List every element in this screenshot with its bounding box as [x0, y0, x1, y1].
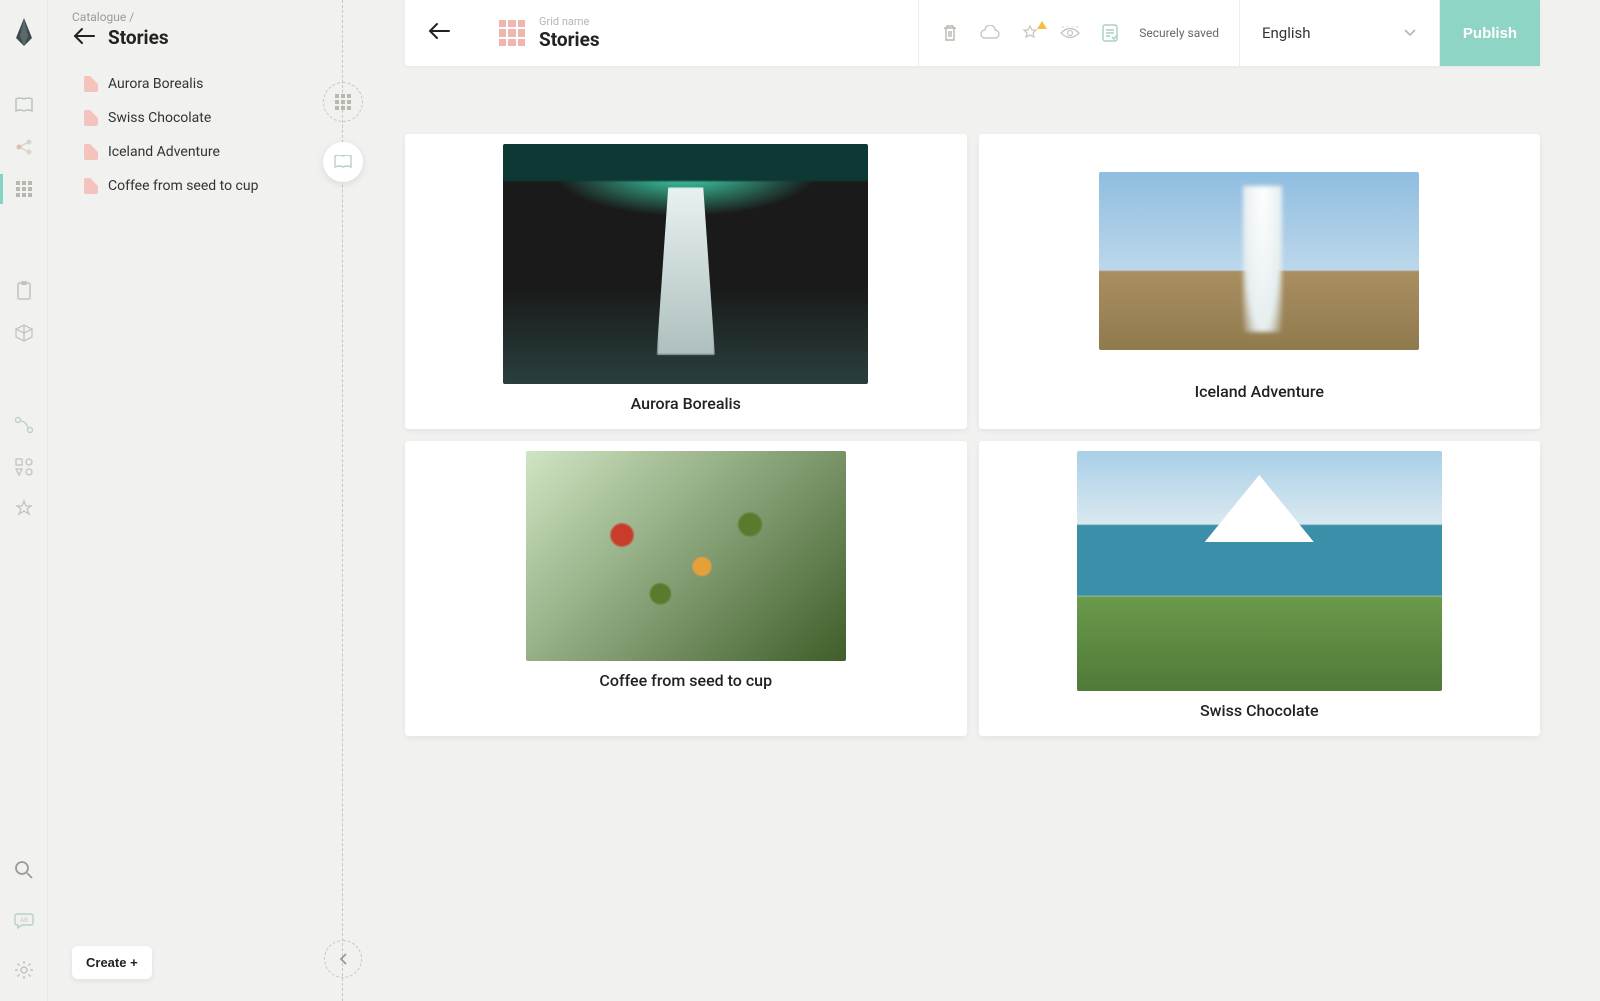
tree-item[interactable]: Coffee from seed to cup — [48, 169, 342, 203]
nav-cube-icon[interactable] — [0, 312, 48, 354]
collapse-sidebar-icon[interactable] — [324, 940, 362, 978]
svg-text:AB: AB — [20, 917, 28, 924]
nav-star-icon[interactable] — [0, 488, 48, 530]
cards-grid: Aurora Borealis Iceland Adventure Coffee… — [399, 66, 1600, 736]
card-image — [1077, 451, 1442, 691]
tree-item[interactable]: Swiss Chocolate — [48, 101, 342, 135]
nav-share-icon[interactable] — [0, 126, 48, 168]
cloud-icon[interactable] — [979, 22, 1001, 44]
grid-label: Grid name — [539, 15, 600, 28]
workspace: Grid name Stories Securely saved — [399, 0, 1600, 1001]
save-status: Securely saved — [1139, 26, 1219, 40]
warning-badge-icon — [1037, 16, 1047, 29]
create-button[interactable]: Create + — [72, 946, 152, 979]
breadcrumb[interactable]: Catalogue / — [48, 10, 342, 24]
card-image — [1099, 172, 1419, 350]
topbar: Grid name Stories Securely saved — [405, 0, 1540, 66]
document-icon — [84, 144, 98, 160]
card-title: Swiss Chocolate — [1200, 701, 1319, 720]
card-image — [526, 451, 846, 661]
chevron-down-icon — [1403, 28, 1417, 38]
tree-item-label: Swiss Chocolate — [108, 110, 211, 126]
tree-item[interactable]: Iceland Adventure — [48, 135, 342, 169]
topbar-back-arrow-icon[interactable] — [427, 22, 451, 44]
tree-item-label: Iceland Adventure — [108, 144, 220, 160]
tree-item-label: Coffee from seed to cup — [108, 178, 258, 194]
view-grid-toggle[interactable] — [323, 82, 363, 122]
nav-grid-icon[interactable] — [0, 168, 48, 210]
nav-search-icon[interactable] — [0, 849, 48, 891]
nav-chat-icon[interactable]: AB — [0, 899, 48, 941]
note-check-icon[interactable] — [1099, 22, 1121, 44]
language-select[interactable]: English — [1240, 0, 1440, 66]
icon-rail: AB — [0, 0, 48, 1001]
mid-rail — [343, 0, 399, 1001]
eye-icon[interactable] — [1059, 22, 1081, 44]
sidebar: Catalogue / Stories Aurora Borealis Swis… — [48, 0, 343, 1001]
star-badge-icon[interactable] — [1019, 22, 1041, 44]
nav-flow-icon[interactable] — [0, 404, 48, 446]
nav-settings-icon[interactable] — [0, 949, 48, 991]
logo-icon — [12, 18, 36, 50]
story-card[interactable]: Swiss Chocolate — [979, 441, 1541, 736]
card-image — [503, 144, 868, 384]
back-arrow-icon[interactable] — [72, 27, 96, 49]
nav-shapes-icon[interactable] — [0, 446, 48, 488]
document-icon — [84, 110, 98, 126]
delete-icon[interactable] — [939, 22, 961, 44]
card-title: Iceland Adventure — [1195, 382, 1324, 401]
view-book-toggle[interactable] — [323, 142, 363, 182]
nav-book-icon[interactable] — [0, 84, 48, 126]
story-card[interactable]: Coffee from seed to cup — [405, 441, 967, 736]
card-title: Coffee from seed to cup — [599, 671, 772, 690]
tree-item[interactable]: Aurora Borealis — [48, 67, 342, 101]
tree-item-label: Aurora Borealis — [108, 76, 203, 92]
document-icon — [84, 178, 98, 194]
publish-button[interactable]: Publish — [1440, 0, 1540, 66]
nav-clipboard-icon[interactable] — [0, 270, 48, 312]
card-title: Aurora Borealis — [631, 394, 741, 413]
grid-type-icon — [499, 20, 525, 46]
story-card[interactable]: Iceland Adventure — [979, 134, 1541, 429]
language-value: English — [1262, 24, 1311, 42]
document-icon — [84, 76, 98, 92]
page-title: Stories — [539, 28, 600, 51]
sidebar-title: Stories — [108, 26, 169, 49]
story-card[interactable]: Aurora Borealis — [405, 134, 967, 429]
